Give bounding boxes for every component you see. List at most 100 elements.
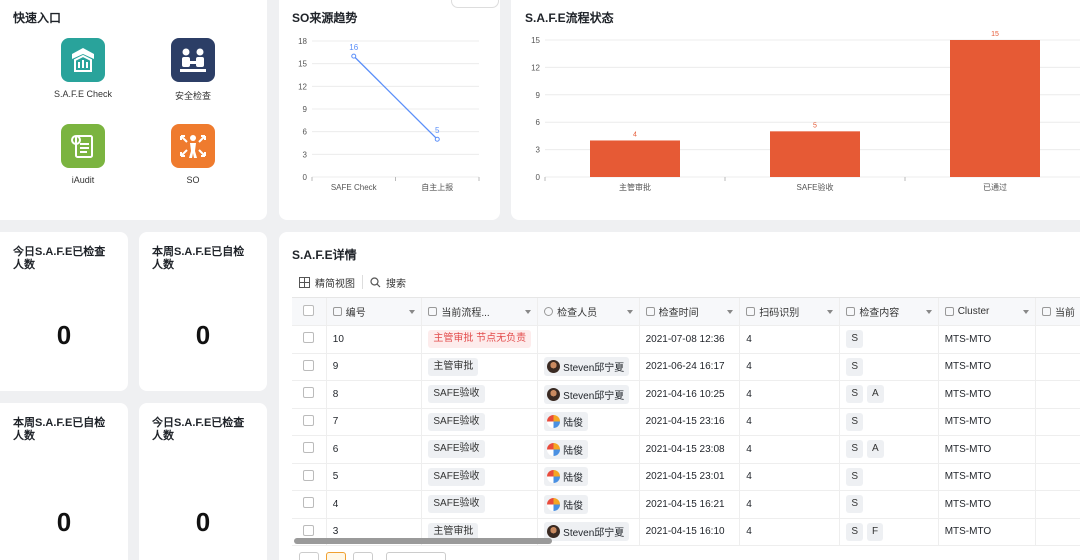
stat-value: 0	[195, 507, 211, 537]
row-select-cell[interactable]	[292, 490, 327, 519]
table-row[interactable]: 4 SAFE验收 陆俊 2021-04-15 16:21 4 S MTS-MTO	[292, 490, 1080, 519]
chevron-down-icon[interactable]	[1022, 309, 1029, 314]
cluster-cell: MTS-MTO	[938, 518, 1036, 546]
safe-flow-bar-chart: 0 3 6 9 12 15 4 主管审批 5 SAFE验收 15 已通过	[531, 31, 1080, 192]
pager-current-page[interactable]	[326, 552, 346, 560]
column-header-time[interactable]: 检查时间	[639, 298, 741, 326]
current-cell	[1035, 463, 1080, 491]
id-cell: 4	[326, 490, 423, 519]
column-header-inspector[interactable]: 检查人员	[537, 298, 640, 326]
chevron-down-icon[interactable]	[626, 309, 633, 314]
table-row[interactable]: 9 主管审批 Steven邱宁夏 2021-06-24 16:17 4 S MT…	[292, 353, 1080, 381]
search-button[interactable]: 搜索	[363, 275, 413, 290]
content-tag: A	[866, 385, 884, 404]
row-select-cell[interactable]	[292, 325, 327, 354]
avatar	[547, 497, 561, 511]
scan-cell: 4	[739, 435, 841, 464]
row-checkbox[interactable]	[303, 469, 315, 481]
data-label: 15	[991, 31, 999, 38]
page-size-select[interactable]	[386, 552, 446, 560]
status-cell: 主管审批	[421, 353, 539, 381]
time-cell: 2021-04-15 23:16	[639, 408, 741, 436]
status-tag: 主管审批	[428, 357, 479, 376]
table-row[interactable]: 5 SAFE验收 陆俊 2021-04-15 23:01 4 S MTS-MTO	[292, 463, 1080, 491]
row-select-cell[interactable]	[292, 408, 327, 436]
chevron-down-icon[interactable]	[827, 309, 834, 314]
content-cell: S	[839, 463, 939, 491]
row-checkbox[interactable]	[303, 497, 315, 509]
pager-prev-button[interactable]	[299, 552, 319, 560]
inspector-chip[interactable]: Steven邱宁夏	[544, 357, 630, 377]
stat-value: 0	[56, 507, 72, 537]
safe-check-icon	[61, 38, 105, 82]
column-header-content[interactable]: 检查内容	[839, 298, 939, 326]
inspector-chip[interactable]: 陆俊	[544, 412, 589, 432]
column-header-status[interactable]: 当前流程...	[421, 298, 539, 326]
compact-view-button[interactable]: 精简视图	[292, 275, 362, 290]
chevron-down-icon[interactable]	[925, 309, 932, 314]
stat-title: 今日S.A.F.E已检查人数	[13, 246, 106, 271]
chevron-down-icon[interactable]	[727, 309, 734, 314]
table-row[interactable]: 6 SAFE验收 陆俊 2021-04-15 23:08 4 SA MTS-MT…	[292, 435, 1080, 464]
table-row[interactable]: 10 主管审批 节点无负责 2021-07-08 12:36 4 S MTS-M…	[292, 325, 1080, 354]
inspector-chip[interactable]: 陆俊	[544, 467, 589, 487]
status-cell: SAFE验收	[421, 380, 539, 409]
column-header-id[interactable]: 编号	[326, 298, 423, 326]
chevron-down-icon[interactable]	[409, 309, 416, 314]
x-tick-label: SAFE验收	[797, 182, 834, 192]
id-cell: 8	[326, 380, 423, 409]
column-header-scan[interactable]: 扫码识别	[739, 298, 841, 326]
content-tag: S	[846, 467, 863, 486]
time-cell: 2021-04-15 16:10	[639, 518, 741, 546]
inspector-cell: 陆俊	[537, 463, 640, 491]
stat-value: 0	[195, 320, 211, 350]
current-cell	[1035, 408, 1080, 436]
content-cell: SA	[839, 380, 939, 409]
current-cell	[1035, 490, 1080, 519]
row-checkbox[interactable]	[303, 332, 315, 344]
time-cell: 2021-04-15 23:08	[639, 435, 741, 464]
horizontal-scrollbar[interactable]	[294, 538, 552, 544]
status-tag: 主管审批 节点无负责	[428, 330, 532, 349]
select-all-cell[interactable]	[292, 298, 327, 326]
inspector-cell: Steven邱宁夏	[537, 353, 640, 381]
quick-access-iaudit[interactable]: iAudit	[23, 124, 143, 185]
quick-access-safety-inspection[interactable]: 安全检查	[133, 38, 253, 102]
y-tick-label: 12	[531, 63, 540, 72]
select-all-checkbox[interactable]	[303, 304, 315, 316]
cluster-cell: MTS-MTO	[938, 463, 1036, 491]
bar	[590, 140, 680, 177]
scan-cell: 4	[739, 325, 841, 354]
row-select-cell[interactable]	[292, 380, 327, 409]
inspector-chip[interactable]: 陆俊	[544, 439, 589, 459]
quick-access-safe-check[interactable]: S.A.F.E Check	[23, 38, 143, 99]
chevron-down-icon[interactable]	[525, 309, 532, 314]
row-checkbox[interactable]	[303, 524, 315, 536]
y-tick-label: 9	[303, 105, 308, 114]
row-checkbox[interactable]	[303, 414, 315, 426]
inspector-chip[interactable]: Steven邱宁夏	[544, 522, 630, 542]
row-select-cell[interactable]	[292, 353, 327, 381]
quick-access-label: SO	[186, 175, 200, 185]
row-checkbox[interactable]	[303, 442, 315, 454]
status-cell: SAFE验收	[421, 408, 539, 436]
safety-inspection-icon	[171, 38, 215, 82]
row-checkbox[interactable]	[303, 387, 315, 399]
column-header-current[interactable]: 当前	[1035, 298, 1080, 326]
x-tick-label: SAFE Check	[331, 183, 378, 192]
row-checkbox[interactable]	[303, 359, 315, 371]
pager-next-button[interactable]	[353, 552, 373, 560]
table-row[interactable]: 7 SAFE验收 陆俊 2021-04-15 23:16 4 S MTS-MTO	[292, 408, 1080, 436]
table-row[interactable]: 8 SAFE验收 Steven邱宁夏 2021-04-16 10:25 4 SA…	[292, 380, 1080, 409]
row-select-cell[interactable]	[292, 435, 327, 464]
text-field-icon	[746, 307, 756, 316]
data-point	[434, 136, 440, 142]
row-select-cell[interactable]	[292, 463, 327, 491]
time-cell: 2021-04-15 23:01	[639, 463, 741, 491]
quick-access-so[interactable]: SO	[133, 124, 253, 185]
column-header-cluster[interactable]: Cluster	[938, 298, 1036, 326]
scan-cell: 4	[739, 408, 841, 436]
stat-value: 0	[56, 320, 72, 350]
inspector-chip[interactable]: 陆俊	[544, 494, 589, 514]
inspector-chip[interactable]: Steven邱宁夏	[544, 384, 630, 404]
